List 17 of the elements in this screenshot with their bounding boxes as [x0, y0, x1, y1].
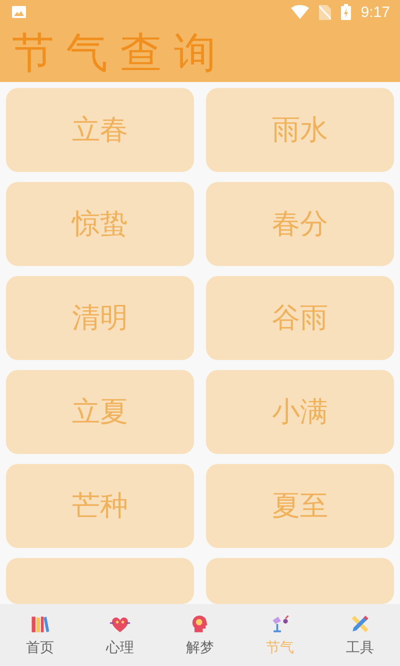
nav-tab[interactable]: 节气: [240, 604, 320, 666]
solar-term-card[interactable]: 春分: [206, 182, 394, 266]
solar-term-card[interactable]: 谷雨: [206, 276, 394, 360]
nav-tab[interactable]: 心理: [80, 604, 160, 666]
solar-term-card[interactable]: 芒种: [6, 464, 194, 548]
nav-tab[interactable]: 首页: [0, 604, 80, 666]
solar-term-card[interactable]: 惊蛰: [6, 182, 194, 266]
solar-term-card[interactable]: 立春: [6, 88, 194, 172]
solar-term-card[interactable]: 清明: [6, 276, 194, 360]
nav-tab[interactable]: 工具: [320, 604, 400, 666]
solar-term-card[interactable]: 夏至: [206, 464, 394, 548]
solar-term-card[interactable]: 立夏: [6, 370, 194, 454]
solar-term-card[interactable]: 小满: [206, 370, 394, 454]
page-title: 节气查询: [12, 32, 228, 74]
solar-term-card[interactable]: 雨水: [206, 88, 394, 172]
status-time: 9:17: [360, 4, 390, 20]
nav-tab[interactable]: 解梦: [160, 604, 240, 666]
